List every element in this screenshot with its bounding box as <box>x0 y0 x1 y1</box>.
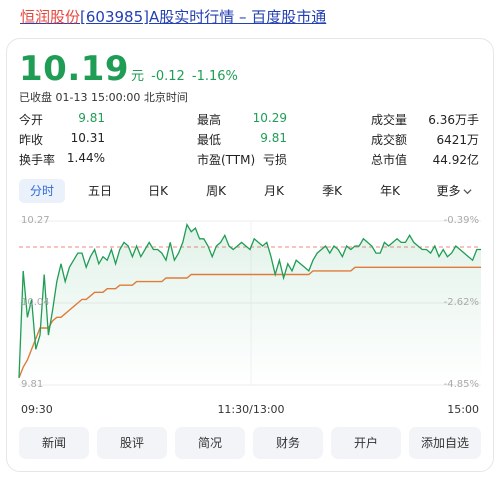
open-account-button[interactable]: 开户 <box>331 427 401 459</box>
tab-more[interactable]: 更多 <box>427 179 481 203</box>
stat-label: 成交额 <box>371 133 408 147</box>
y-tick-right-bottom: -4.85% <box>444 379 479 390</box>
chevron-down-icon <box>462 189 472 195</box>
page-title-rest[interactable]: [603985]A股实时行情 – 百度股市通 <box>80 8 326 26</box>
tab-timeshare[interactable]: 分时 <box>19 179 65 203</box>
y-tick-right-mid: -2.62% <box>444 297 479 308</box>
stat-label: 最高 <box>197 113 222 127</box>
tab-monthly-k[interactable]: 月K <box>251 179 297 203</box>
timeshare-chart[interactable]: 10.27 10.04 9.81 -0.39% -2.62% -4.85% 09… <box>7 211 493 421</box>
stat-value: 亏损 <box>262 153 287 167</box>
stat-label: 最低 <box>197 133 222 147</box>
y-tick-left-top: 10.27 <box>21 215 50 226</box>
y-tick-left-mid: 10.04 <box>21 297 50 308</box>
current-price: 10.19 <box>19 49 130 89</box>
x-tick-close: 15:00 <box>447 403 479 416</box>
stat-value: 9.81 <box>260 131 287 145</box>
page-title[interactable]: 恒润股份[603985]A股实时行情 – 百度股市通 <box>20 6 326 27</box>
stat-value: 9.81 <box>78 111 105 125</box>
stat-label: 市盈(TTM) <box>197 153 256 167</box>
stat-label: 换手率 <box>19 153 56 167</box>
tab-daily-k[interactable]: 日K <box>135 179 181 203</box>
stat-value: 10.31 <box>70 131 105 145</box>
profile-button[interactable]: 简况 <box>175 427 245 459</box>
stat-row: 换手率 1.44% 市盈(TTM) 亏损 总市值 44.92亿 <box>19 151 481 171</box>
price-change: -0.12 <box>151 69 185 84</box>
stat-label: 昨收 <box>19 133 44 147</box>
stat-label: 成交量 <box>371 113 408 127</box>
price-row: 10.19 元 -0.12 -1.16% <box>19 49 238 89</box>
chart-tabs: 分时 五日 日K 周K 月K 季K 年K 更多 <box>19 179 481 203</box>
price-change-pct: -1.16% <box>191 69 238 84</box>
stat-value: 44.92亿 <box>432 153 479 167</box>
stat-row: 昨收 10.31 最低 9.81 成交额 6421万 <box>19 131 481 151</box>
stats-grid: 今开 9.81 最高 10.29 成交量 6.36万手 昨收 10.31 最低 … <box>19 111 481 171</box>
stock-name[interactable]: 恒润股份 <box>20 8 80 26</box>
stat-row: 今开 9.81 最高 10.29 成交量 6.36万手 <box>19 111 481 131</box>
tab-more-label: 更多 <box>436 184 461 198</box>
tab-yearly-k[interactable]: 年K <box>367 179 413 203</box>
tab-quarterly-k[interactable]: 季K <box>309 179 355 203</box>
stat-value: 10.29 <box>252 111 287 125</box>
price-unit: 元 <box>131 69 145 84</box>
tab-weekly-k[interactable]: 周K <box>193 179 239 203</box>
action-buttons: 新闻 股评 简况 财务 开户 添加自选 <box>19 427 481 459</box>
stat-value: 6.36万手 <box>428 113 479 127</box>
tab-five-day[interactable]: 五日 <box>77 179 123 203</box>
stat-label: 总市值 <box>371 153 408 167</box>
stat-label: 今开 <box>19 113 44 127</box>
x-tick-open: 09:30 <box>21 403 53 416</box>
stock-card: 10.19 元 -0.12 -1.16% 已收盘 01-13 15:00:00 北… <box>6 38 494 472</box>
y-tick-right-top: -0.39% <box>444 215 479 226</box>
market-status: 已收盘 01-13 15:00:00 北京时间 <box>19 91 188 104</box>
finance-button[interactable]: 财务 <box>253 427 323 459</box>
add-watchlist-button[interactable]: 添加自选 <box>409 427 481 459</box>
news-button[interactable]: 新闻 <box>19 427 89 459</box>
stat-value: 1.44% <box>66 151 105 165</box>
x-tick-midday: 11:30/13:00 <box>217 403 284 416</box>
comments-button[interactable]: 股评 <box>97 427 167 459</box>
stat-value: 6421万 <box>436 133 479 147</box>
y-tick-left-bottom: 9.81 <box>21 379 43 390</box>
